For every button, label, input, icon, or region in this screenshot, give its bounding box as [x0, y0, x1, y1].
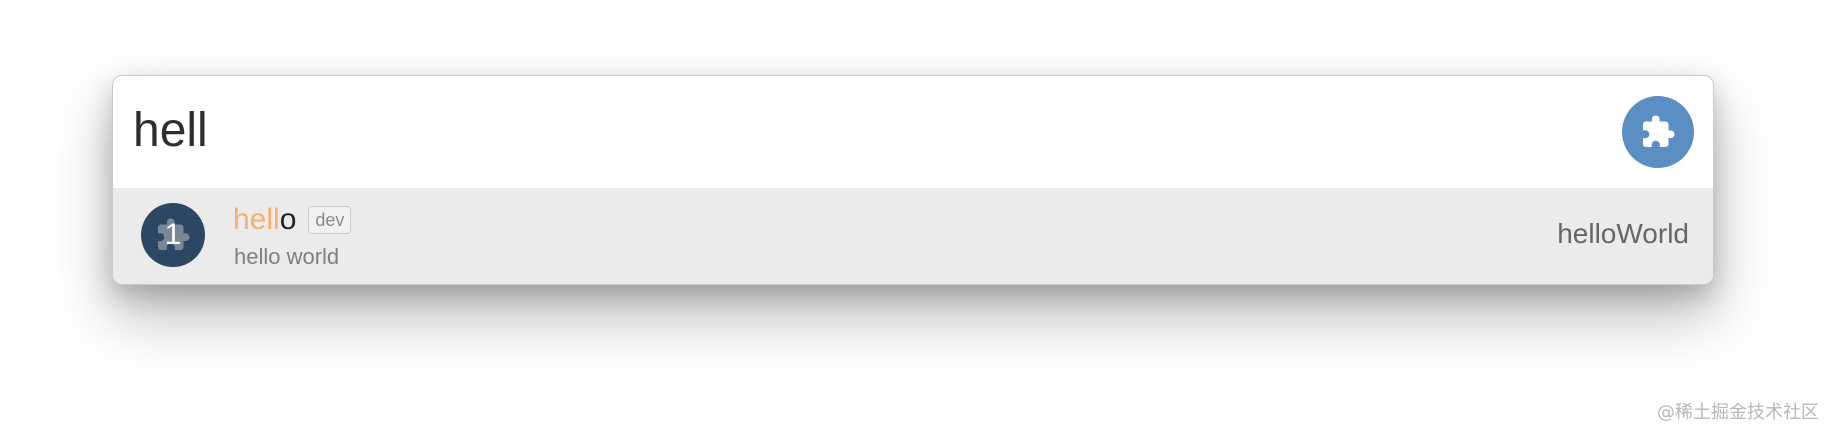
search-bar	[113, 76, 1713, 188]
result-avatar: 1	[141, 203, 205, 267]
result-description: hello world	[234, 244, 340, 269]
plugin-button[interactable]	[1622, 96, 1694, 168]
result-item[interactable]: 1 hell o dev hello world helloWorld	[113, 188, 1713, 284]
result-title: hell o dev	[233, 202, 352, 238]
result-tag: dev	[308, 206, 352, 234]
results-list: 1 hell o dev hello world helloWorld	[113, 188, 1713, 284]
result-title-rest: o	[279, 203, 297, 236]
result-title-match: hell	[233, 203, 280, 236]
result-index: 1	[164, 218, 182, 251]
launcher-window: 1 hello dev hello world helloWorld	[112, 75, 1714, 285]
watermark: @稀土掘金技术社区	[1657, 402, 1819, 423]
puzzle-piece-icon	[1643, 115, 1675, 147]
search-input[interactable]	[133, 98, 1583, 162]
result-command: helloWorld	[1557, 218, 1689, 249]
